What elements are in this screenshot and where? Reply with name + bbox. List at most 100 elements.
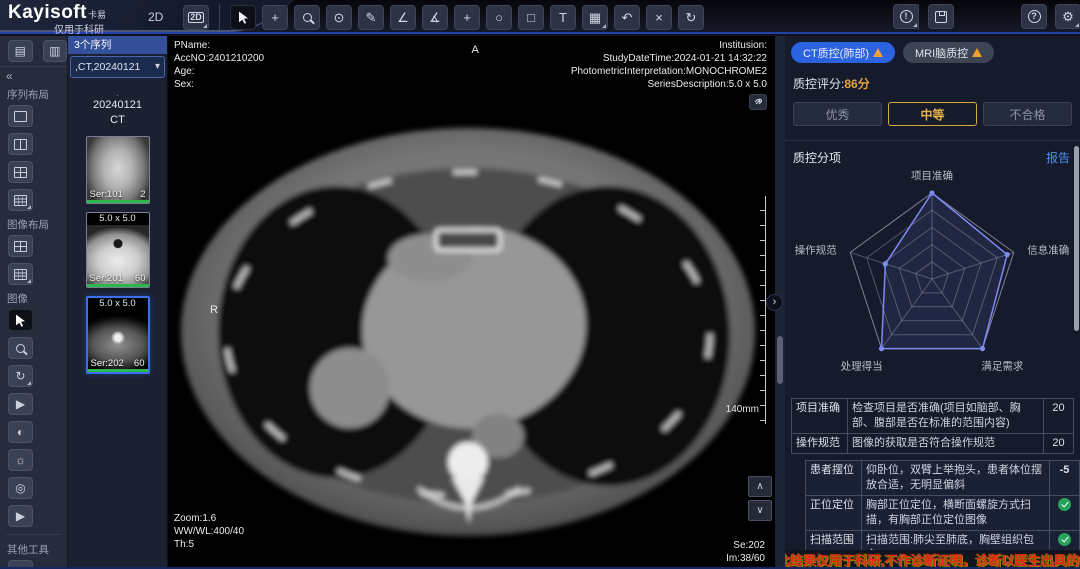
disclaimer-marquee: 此结果仅用于科研,不作诊断证明，诊断以医生出具的诊断 [785, 550, 1080, 567]
cobb-angle-tool-button[interactable]: ∡ [422, 5, 448, 30]
layout-2x2-button[interactable] [8, 161, 33, 183]
ruler-length-label: 140mm [726, 404, 759, 415]
save-button[interactable] [928, 4, 954, 29]
row-item: 患者摆位 [806, 461, 862, 496]
img-layout-3x3-button[interactable] [8, 263, 33, 285]
ellipse-roi-button[interactable]: ○ [486, 5, 512, 30]
target-button[interactable]: ◎ [8, 477, 33, 499]
layout-2x2-icon [14, 167, 27, 178]
series-thumbnail-201[interactable]: 5.0 x 5.0 Ser:201 60 [86, 212, 150, 288]
about-button[interactable] [893, 4, 919, 29]
cine-play-button[interactable]: ▶ [8, 505, 33, 527]
scroll-down-button[interactable]: ∨ [748, 500, 772, 521]
invert-button[interactable]: ◐ [8, 421, 33, 443]
series-thumbnail-101[interactable]: Ser:101 2 [86, 136, 150, 204]
text-annotate-button[interactable]: T [550, 5, 576, 30]
angle-tool-button[interactable]: ∠ [390, 5, 416, 30]
link-series-button[interactable] [749, 94, 767, 110]
crosshair-tool-button[interactable]: + [454, 5, 480, 30]
grade-fail-button[interactable]: 不合格 [983, 102, 1072, 126]
rect-roi-button[interactable]: □ [518, 5, 544, 30]
window-preset-button[interactable]: ▦ [582, 5, 608, 30]
thumbnail-label: 5.0 x 5.0 [87, 213, 149, 225]
sidebar-cursor-button[interactable] [8, 309, 33, 331]
study-select-dropdown[interactable]: ,CT,20240121 ▾ [70, 56, 165, 78]
close-icon: × [655, 11, 663, 24]
expand-panel-handle[interactable]: › [766, 294, 783, 311]
sidebar-top-icons: ▤ ▥ [0, 36, 67, 67]
settings-button[interactable]: ⚙ [1055, 4, 1080, 29]
layout-3x3-button[interactable] [8, 189, 33, 211]
rectangle-icon: □ [527, 11, 535, 24]
qc-radar-chart: 项目准确信息准确满足需求处理得当操作规范 [785, 166, 1080, 398]
warning-icon [873, 48, 883, 57]
image-tool-buttons: ↻ ▶ ◐ ☼ ◎ ▶ [0, 308, 67, 530]
sidebar-magnifier-button[interactable] [8, 337, 33, 359]
pan-icon: + [271, 11, 279, 24]
flip-icon: ▶ [16, 397, 25, 411]
brightness-button[interactable]: ☼ [8, 449, 33, 471]
series-line: Se:202 [726, 539, 765, 552]
text-icon: T [559, 11, 567, 24]
report-link[interactable]: 报告 [1046, 149, 1070, 166]
thumbnail-meta: Ser:101 2 [87, 189, 149, 200]
probe-tool-button[interactable]: ⊙ [326, 5, 352, 30]
mode-2d-icon: 2D [188, 12, 204, 23]
load-progress-bar [88, 369, 148, 372]
pass-check-icon [1058, 498, 1071, 511]
ct-viewport[interactable]: PName: AccNO:2401210200 Age: Sex: Instit… [168, 36, 775, 569]
qc-panel-scrollbar-thumb[interactable] [1074, 146, 1079, 331]
rotate-button[interactable]: ↻ [8, 365, 33, 387]
scroll-up-button[interactable]: ∧ [748, 476, 772, 497]
image-count: 60 [134, 358, 145, 369]
grade-excellent-button[interactable]: 优秀 [793, 102, 882, 126]
section-series-layout-label: 序列布局 [0, 84, 67, 104]
svg-text:处理得当: 处理得当 [841, 360, 883, 373]
patient-info-overlay: PName: AccNO:2401210200 Age: Sex: [174, 39, 264, 91]
toolbar-save-group [928, 4, 954, 29]
warning-icon [972, 48, 982, 57]
layout-1x2-button[interactable] [8, 133, 33, 155]
sex-line: Sex: [174, 78, 264, 91]
pan-tool-button[interactable]: + [262, 5, 288, 30]
scrollbar-thumb[interactable] [777, 336, 783, 384]
disclaimer-text: 此结果仅用于科研,不作诊断证明，诊断以医生出具的诊断 [785, 550, 1080, 567]
report-panel-button[interactable]: ▥ [43, 40, 68, 62]
series-list-button[interactable]: ▤ [8, 40, 33, 62]
undo-button[interactable]: ↶ [614, 5, 640, 30]
tab-mri-qc[interactable]: MRI脑质控 [903, 42, 994, 63]
image-count: 2 [140, 189, 145, 200]
img-layout-2x2-button[interactable] [8, 235, 33, 257]
tab-ct-qc[interactable]: CT质控(肺部) [791, 42, 895, 63]
mode-2d-button[interactable]: 2D [183, 5, 209, 30]
grade-medium-button[interactable]: 中等 [888, 102, 977, 126]
flip-button[interactable]: ▶ [8, 393, 33, 415]
pencil-icon: ✎ [366, 11, 377, 24]
series-thumbnail-202[interactable]: 5.0 x 5.0 Ser:202 60 [86, 296, 150, 374]
section-image-label: 图像 [0, 288, 67, 308]
svg-text:信息准确: 信息准确 [1027, 243, 1069, 256]
ct-axial-chest-image [168, 36, 775, 569]
zoom-window-overlay: Zoom:1.6 WW/WL:400/40 Th:5 [174, 512, 244, 551]
help-icon [1028, 10, 1041, 23]
wwwl-line: WW/WL:400/40 [174, 525, 244, 538]
table-row: 操作规范 图像的获取是否符合操作规范 20 [792, 434, 1074, 454]
toolbar-right-separator [918, 4, 919, 30]
pencil-measure-button[interactable]: ✎ [358, 5, 384, 30]
reset-view-button[interactable]: ↻ [678, 5, 704, 30]
delete-annotation-button[interactable]: × [646, 5, 672, 30]
collapse-sidebar-button[interactable]: « [0, 67, 67, 84]
mode-label: 2D [148, 10, 163, 24]
study-tree-node[interactable]: · 20240121 CT [68, 92, 167, 128]
zoom-in-tool-button[interactable] [294, 5, 320, 30]
qc-score-value: 86分 [844, 77, 869, 91]
layout-1x1-button[interactable] [8, 105, 33, 127]
study-date: 20240121 [68, 98, 167, 113]
series-number: Ser:202 [91, 358, 124, 369]
rotate-reset-icon: ↻ [686, 11, 697, 24]
help-button[interactable] [1021, 4, 1047, 29]
row-desc: 仰卧位，双臂上举抱头，患者体位摆放合适，无明显偏斜 [862, 461, 1050, 496]
study-modality: CT [68, 113, 167, 128]
row-item: 操作规范 [792, 434, 848, 454]
cursor-tool-button[interactable] [230, 5, 256, 30]
